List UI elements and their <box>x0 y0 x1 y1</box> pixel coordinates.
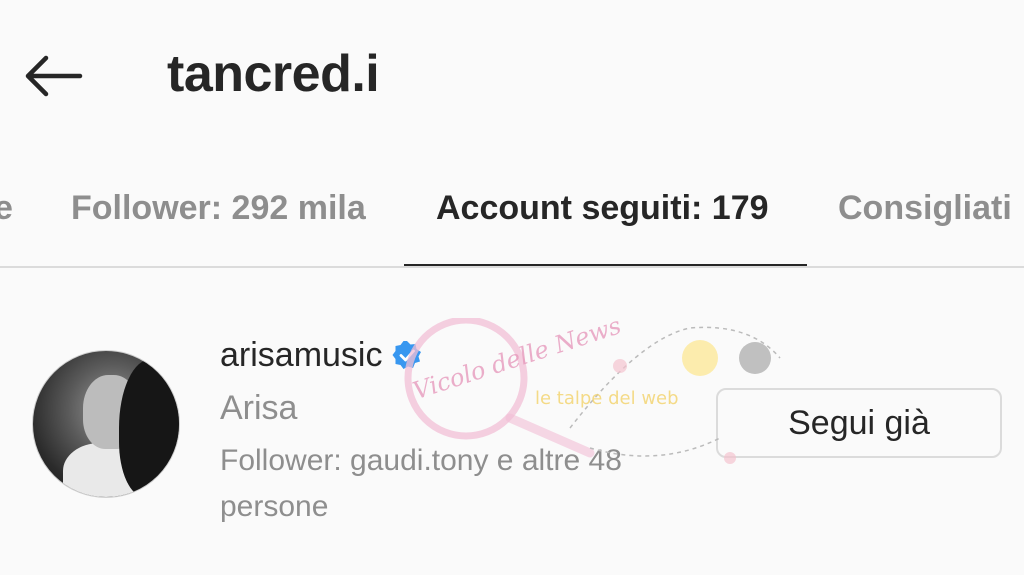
tab-suggested[interactable]: Consigliati <box>838 188 1012 228</box>
avatar[interactable] <box>32 350 180 498</box>
profile-username-title: tancred.i <box>167 45 380 103</box>
back-button[interactable] <box>22 52 84 100</box>
tab-partial-left[interactable]: e <box>0 188 13 228</box>
account-username[interactable]: arisamusic <box>220 335 422 375</box>
verified-badge-icon <box>392 341 422 369</box>
username-text: arisamusic <box>220 336 383 374</box>
following-button[interactable]: Segui già <box>716 388 1002 458</box>
top-app-bar: tancred.i <box>0 0 1024 150</box>
account-list-item[interactable]: arisamusic Arisa Follower: gaudi.tony e … <box>0 300 1024 540</box>
tab-following[interactable]: Account seguiti: 179 <box>436 188 769 228</box>
mutual-followers-text: Follower: gaudi.tony e altre 48 persone <box>220 444 622 523</box>
tabs-divider <box>0 266 1024 268</box>
arrow-left-icon <box>25 55 83 97</box>
follow-tabs: e Follower: 292 mila Account seguiti: 17… <box>0 170 1024 268</box>
account-full-name: Arisa <box>220 389 298 427</box>
tab-followers[interactable]: Follower: 292 mila <box>71 188 366 228</box>
